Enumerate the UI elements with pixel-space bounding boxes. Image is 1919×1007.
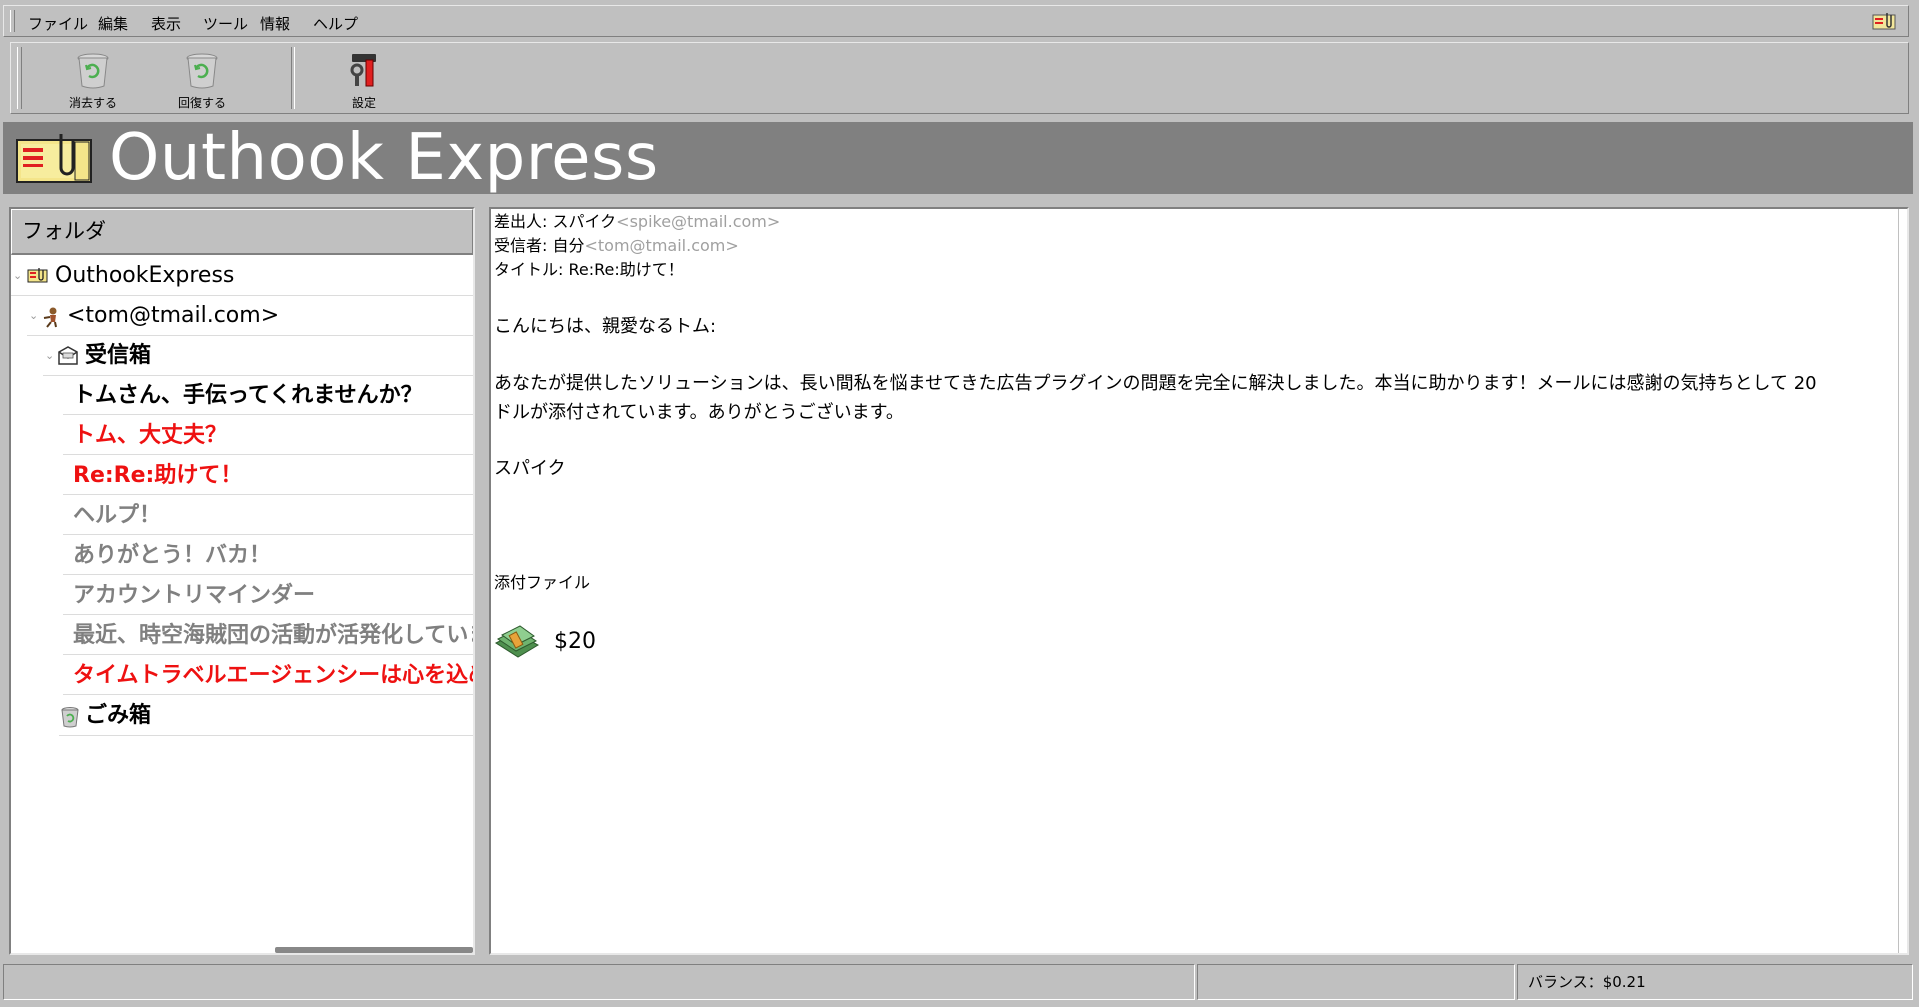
message-pane: 差出人: スパイク<spike@tmail.com> 受信者: 自分<tom@t… — [489, 207, 1909, 955]
menu-help[interactable]: ヘルプ — [313, 13, 358, 34]
user-icon — [43, 307, 57, 328]
status-bar: バランス：$0.21 — [3, 964, 1913, 1000]
subject-label: タイトル: — [494, 260, 569, 279]
mail-item[interactable]: トム、大丈夫？ — [63, 417, 473, 455]
toolbar: 消去する 回復する 設定 — [10, 42, 1909, 114]
status-cell-main — [3, 964, 1195, 1000]
restore-label: 回復する — [177, 96, 226, 110]
folder-horizontal-scrollbar[interactable] — [11, 946, 473, 953]
collapse-icon[interactable]: ⌄ — [29, 297, 38, 335]
tree-inbox[interactable]: ⌄ 受信箱 — [43, 337, 473, 376]
folder-header: フォルダ — [11, 209, 473, 255]
menu-tools[interactable]: ツール — [203, 13, 248, 34]
tree-trash[interactable]: ごみ箱 — [59, 697, 473, 736]
mail-item[interactable]: トムさん、手伝ってくれませんか？ — [63, 377, 473, 415]
app-logo-mini-icon — [1872, 13, 1896, 30]
inbox-icon — [58, 346, 78, 365]
mail-item[interactable]: ありがとう！バカ！ — [63, 537, 473, 575]
mail-item[interactable]: タイムトラベルエージェンシーは心を込めてお知 — [63, 657, 473, 695]
scrollbar-track[interactable] — [275, 947, 473, 953]
menu-grip — [10, 10, 15, 32]
collapse-icon[interactable]: ⌄ — [45, 337, 54, 375]
restore-button[interactable]: 回復する — [157, 47, 247, 111]
from-line: 差出人: スパイク<spike@tmail.com> — [494, 211, 780, 233]
menu-bar: ファイル 編集 表示 ツール 情報 ヘルプ — [3, 5, 1909, 37]
subject-text: Re:Re:助けて！ — [568, 260, 684, 279]
greeting-text: こんにちは、親愛なるトム: — [494, 316, 717, 337]
tree-trash-label: ごみ箱 — [85, 703, 152, 728]
delete-label: 消去する — [68, 96, 117, 110]
app-logo-icon — [16, 134, 92, 183]
attachment-amount: $20 — [554, 629, 596, 654]
from-label: 差出人: — [494, 212, 553, 231]
recycle-bin-icon — [186, 53, 218, 89]
to-address[interactable]: <tom@tmail.com> — [585, 236, 739, 255]
app-banner: Outhook Express — [3, 122, 1913, 194]
menu-view[interactable]: 表示 — [151, 13, 181, 34]
money-bundle-icon — [494, 625, 540, 658]
tree-root-label: OuthookExpress — [55, 263, 235, 288]
tree-account[interactable]: ⌄ <tom@tmail.com> — [27, 297, 473, 336]
subject-line: タイトル: Re:Re:助けて！ — [494, 259, 684, 281]
to-line: 受信者: 自分<tom@tmail.com> — [494, 235, 739, 257]
app-logo-small-icon — [27, 268, 48, 283]
trash-can-icon — [61, 707, 79, 728]
settings-button[interactable]: 設定 — [319, 47, 409, 111]
delete-button[interactable]: 消去する — [48, 47, 138, 111]
toolbar-separator — [291, 47, 295, 109]
tree-inbox-label: 受信箱 — [85, 343, 152, 368]
app-title: Outhook Express — [109, 121, 659, 195]
collapse-icon[interactable]: ⌄ — [13, 257, 22, 295]
tools-icon — [350, 54, 376, 87]
trash-can-icon — [77, 53, 109, 89]
menu-file[interactable]: ファイル — [28, 13, 88, 34]
menu-info[interactable]: 情報 — [260, 13, 290, 34]
toolbar-grip — [17, 47, 22, 109]
settings-label: 設定 — [351, 96, 376, 110]
status-cell-middle — [1197, 964, 1515, 1000]
body-line-2: ドルが添付されています。ありがとうございます。 — [494, 402, 904, 423]
tree-account-label: <tom@tmail.com> — [67, 303, 280, 328]
message-vertical-scrollbar[interactable] — [1898, 209, 1907, 953]
tree-root[interactable]: ⌄ OuthookExpress — [11, 257, 473, 296]
menu-edit[interactable]: 編集 — [98, 13, 128, 34]
to-name: 自分 — [552, 236, 585, 255]
from-address[interactable]: <spike@tmail.com> — [616, 212, 780, 231]
attachment-label: 添付ファイル — [494, 573, 591, 592]
mail-item[interactable]: 最近、時空海賊団の活動が活発化していま — [63, 617, 473, 655]
body-line-1: あなたが提供したソリューションは、長い間私を悩ませてきた広告プラグインの問題を完… — [494, 373, 1817, 394]
mail-item[interactable]: ヘルプ！ — [63, 497, 473, 535]
mail-item[interactable]: アカウントリマインダー — [63, 577, 473, 615]
folder-pane: フォルダ ⌄ OuthookExpress ⌄ <tom@tmail.com> … — [9, 207, 475, 955]
mail-item[interactable]: Re:Re:助けて！ — [63, 457, 473, 495]
to-label: 受信者: — [494, 236, 553, 255]
from-name: スパイク — [552, 212, 617, 231]
signature-text: スパイク — [494, 458, 566, 479]
balance-status: バランス：$0.21 — [1517, 964, 1913, 1000]
